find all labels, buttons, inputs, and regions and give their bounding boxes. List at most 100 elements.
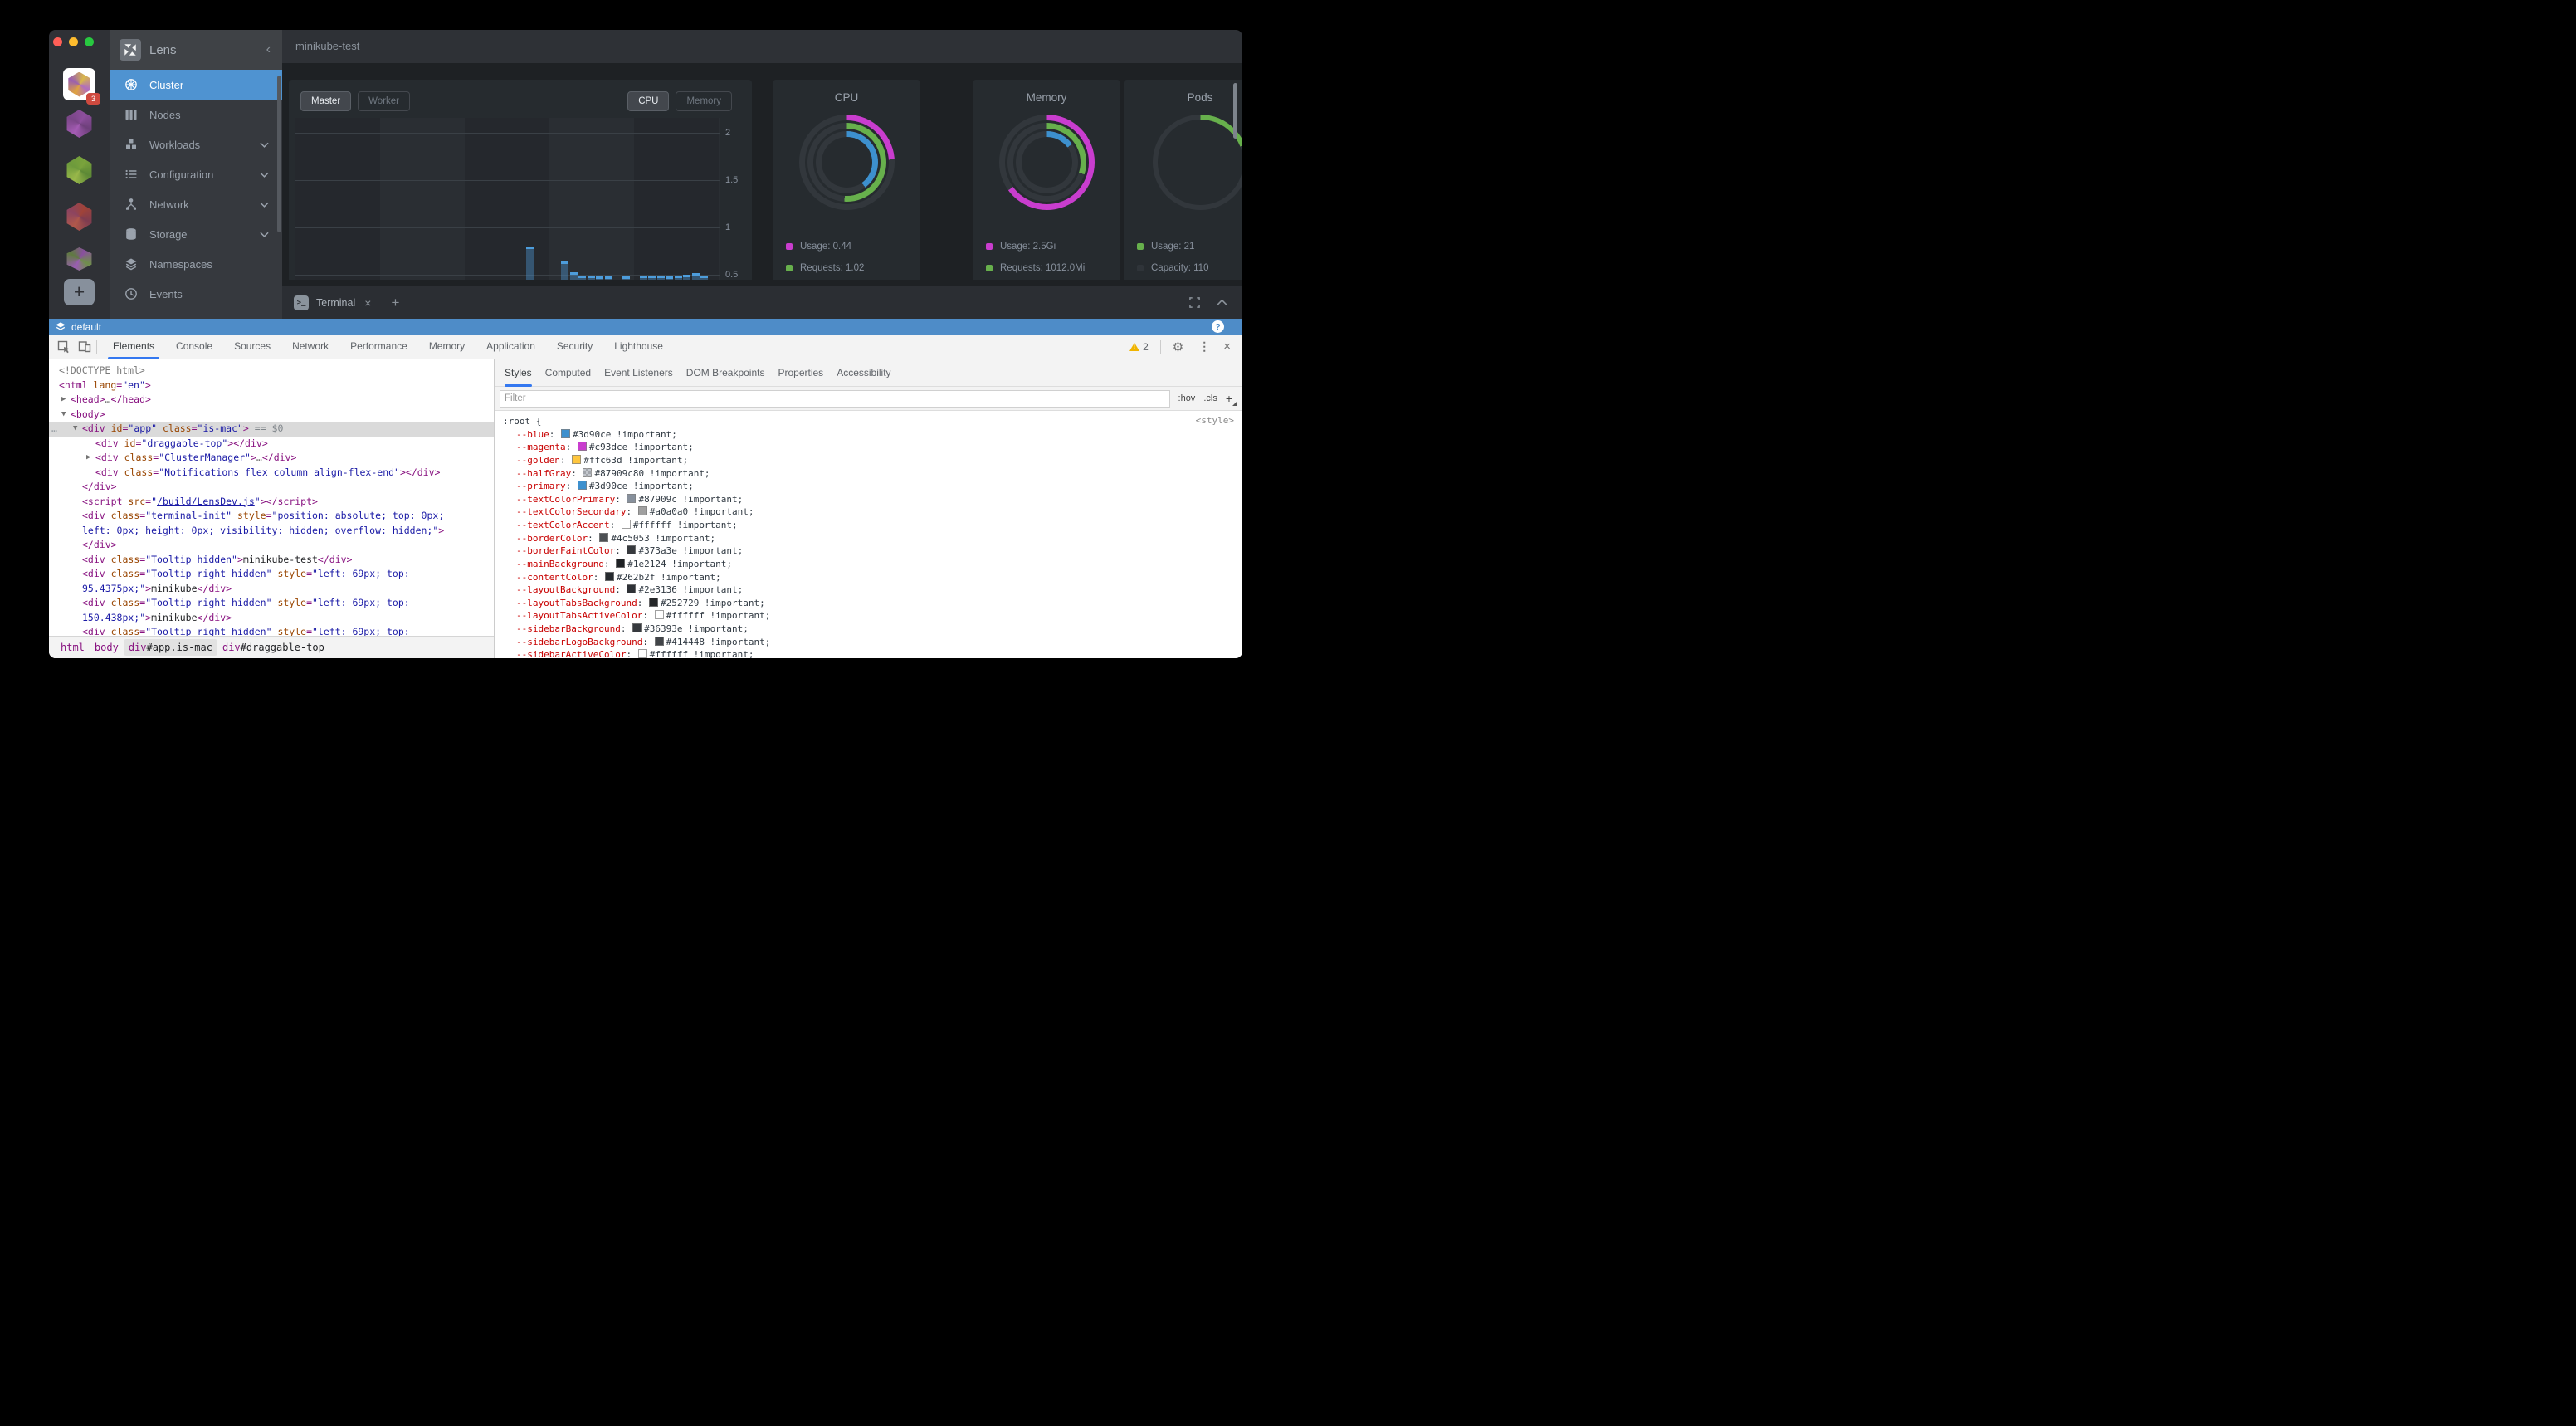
chevron-down-icon[interactable] bbox=[260, 172, 269, 178]
dom-node[interactable]: ▶<div class="ClusterManager">…</div> bbox=[49, 451, 494, 466]
dom-node[interactable]: 95.4375px;">minikube</div> bbox=[49, 582, 494, 597]
css-variable[interactable]: --sidebarLogoBackground: #414448 !import… bbox=[495, 636, 1242, 649]
css-variable[interactable]: --primary: #3d90ce !important; bbox=[495, 480, 1242, 493]
class-toggle[interactable]: .cls bbox=[1203, 393, 1217, 403]
warning-icon[interactable]: ! bbox=[1129, 343, 1139, 351]
chevron-down-icon[interactable] bbox=[260, 232, 269, 237]
breadcrumb-div#draggable-top[interactable]: div#draggable-top bbox=[217, 639, 329, 656]
css-variable[interactable]: --golden: #ffc63d !important; bbox=[495, 454, 1242, 467]
zoom-window-button[interactable] bbox=[85, 37, 94, 46]
css-variable[interactable]: --textColorSecondary: #a0a0a0 !important… bbox=[495, 505, 1242, 519]
breadcrumb-div#app.is-mac[interactable]: div#app.is-mac bbox=[124, 639, 217, 656]
dom-node[interactable]: <html lang="en"> bbox=[49, 378, 494, 393]
css-variable[interactable]: --borderFaintColor: #373a3e !important; bbox=[495, 545, 1242, 558]
inspect-element-icon[interactable] bbox=[57, 340, 71, 354]
styles-tab-styles[interactable]: Styles bbox=[505, 359, 532, 387]
new-style-rule-button[interactable]: + bbox=[1226, 392, 1232, 405]
styles-filter-input[interactable] bbox=[500, 390, 1170, 408]
css-variable[interactable]: --layoutTabsActiveColor: #ffffff !import… bbox=[495, 609, 1242, 623]
color-swatch[interactable] bbox=[572, 455, 581, 464]
active-cluster-button[interactable]: 3 bbox=[63, 68, 95, 100]
dom-node[interactable]: <script src="/build/LensDev.js"></script… bbox=[49, 495, 494, 510]
close-window-button[interactable] bbox=[53, 37, 62, 46]
sidebar-collapse-icon[interactable]: ‹ bbox=[266, 42, 271, 57]
devtools-tab-application[interactable]: Application bbox=[481, 335, 540, 359]
devtools-tab-memory[interactable]: Memory bbox=[424, 335, 470, 359]
expand-arrow-right-icon[interactable]: ▶ bbox=[61, 393, 66, 408]
color-swatch[interactable] bbox=[632, 623, 642, 632]
help-icon[interactable]: ? bbox=[1212, 320, 1224, 333]
device-toolbar-icon[interactable] bbox=[78, 340, 91, 353]
cluster-hexagon-red[interactable] bbox=[49, 203, 110, 231]
css-variable[interactable]: --textColorPrimary: #87909c !important; bbox=[495, 493, 1242, 506]
sidebar-item-cluster[interactable]: Cluster bbox=[110, 70, 282, 100]
color-swatch[interactable] bbox=[627, 545, 636, 554]
styles-tab-computed[interactable]: Computed bbox=[545, 359, 591, 387]
dom-node[interactable]: ▶<head>…</head> bbox=[49, 393, 494, 408]
terminal-tab[interactable]: Terminal bbox=[316, 297, 355, 309]
sidebar-item-nodes[interactable]: Nodes bbox=[110, 100, 282, 129]
dom-node[interactable]: </div> bbox=[49, 480, 494, 495]
dom-node-selected[interactable]: …▼<div id="app" class="is-mac"> == $0 bbox=[49, 422, 494, 437]
styles-tab-properties[interactable]: Properties bbox=[778, 359, 823, 387]
sidebar-item-workloads[interactable]: Workloads bbox=[110, 129, 282, 159]
dom-node[interactable]: <div class="terminal-init" style="positi… bbox=[49, 509, 494, 524]
dom-node[interactable]: <div class="Notifications flex column al… bbox=[49, 466, 494, 481]
devtools-tab-security[interactable]: Security bbox=[552, 335, 598, 359]
color-swatch[interactable] bbox=[655, 610, 664, 619]
cluster-hexagon-purple[interactable] bbox=[49, 110, 110, 138]
styles-tab-event-listeners[interactable]: Event Listeners bbox=[604, 359, 673, 387]
metric-cpu-button[interactable]: CPU bbox=[627, 91, 669, 111]
dom-node[interactable]: <div class="Tooltip right hidden" style=… bbox=[49, 596, 494, 611]
sidebar-item-events[interactable]: Events bbox=[110, 279, 282, 309]
styles-tab-accessibility[interactable]: Accessibility bbox=[837, 359, 890, 387]
node-master-button[interactable]: Master bbox=[300, 91, 351, 111]
color-swatch[interactable] bbox=[605, 572, 614, 581]
css-variable[interactable]: --layoutBackground: #2e3136 !important; bbox=[495, 584, 1242, 597]
color-swatch[interactable] bbox=[578, 442, 587, 451]
devtools-tab-elements[interactable]: Elements bbox=[108, 335, 159, 359]
color-swatch[interactable] bbox=[655, 637, 664, 646]
color-swatch[interactable] bbox=[627, 584, 636, 593]
dom-node[interactable]: 150.438px;">minikube</div> bbox=[49, 611, 494, 626]
node-worker-button[interactable]: Worker bbox=[358, 91, 410, 111]
css-variable[interactable]: --blue: #3d90ce !important; bbox=[495, 428, 1242, 442]
sidebar-item-configuration[interactable]: Configuration bbox=[110, 159, 282, 189]
css-variable[interactable]: --magenta: #c93dce !important; bbox=[495, 441, 1242, 454]
terminal-add-icon[interactable]: + bbox=[391, 295, 399, 311]
sidebar-item-namespaces[interactable]: Namespaces bbox=[110, 249, 282, 279]
css-rules[interactable]: <style> :root { --blue: #3d90ce !importa… bbox=[495, 411, 1242, 658]
css-variable[interactable]: --halfGray: #87909c80 !important; bbox=[495, 467, 1242, 481]
devtools-tab-performance[interactable]: Performance bbox=[345, 335, 412, 359]
close-devtools-icon[interactable]: × bbox=[1223, 339, 1231, 354]
sidebar-item-network[interactable]: Network bbox=[110, 189, 282, 219]
traffic-lights[interactable] bbox=[53, 37, 94, 46]
terminal-close-icon[interactable]: × bbox=[364, 296, 371, 310]
cluster-hexagon-violet[interactable] bbox=[49, 247, 110, 271]
dom-node[interactable]: <div class="Tooltip hidden">minikube-tes… bbox=[49, 553, 494, 568]
minimize-window-button[interactable] bbox=[69, 37, 78, 46]
add-cluster-button[interactable]: + bbox=[64, 279, 95, 305]
dom-node[interactable]: <!DOCTYPE html> bbox=[49, 364, 494, 378]
breadcrumb-html[interactable]: html bbox=[56, 639, 90, 656]
cluster-hexagon-green[interactable] bbox=[49, 156, 110, 184]
expand-arrow-right-icon[interactable]: ▶ bbox=[86, 451, 90, 466]
chevron-down-icon[interactable] bbox=[260, 142, 269, 148]
css-variable[interactable]: --mainBackground: #1e2124 !important; bbox=[495, 558, 1242, 571]
color-swatch[interactable] bbox=[616, 559, 625, 568]
color-swatch[interactable] bbox=[638, 649, 647, 658]
devtools-tab-network[interactable]: Network bbox=[287, 335, 334, 359]
css-variable[interactable]: --sidebarBackground: #36393e !important; bbox=[495, 623, 1242, 636]
pseudo-state-toggle[interactable]: :hov bbox=[1178, 393, 1196, 403]
css-variable[interactable]: --layoutTabsBackground: #252729 !importa… bbox=[495, 597, 1242, 610]
dom-node[interactable]: left: 0px; height: 0px; visibility: hidd… bbox=[49, 524, 494, 539]
more-options-icon[interactable]: ⋮ bbox=[1198, 339, 1210, 354]
expand-arrow-down-icon[interactable]: ▼ bbox=[73, 422, 77, 437]
css-variable[interactable]: --contentColor: #262b2f !important; bbox=[495, 571, 1242, 584]
sidebar-item-storage[interactable]: Storage bbox=[110, 219, 282, 249]
devtools-tab-sources[interactable]: Sources bbox=[229, 335, 276, 359]
namespace-bar[interactable]: default ? bbox=[49, 319, 1242, 335]
dom-node[interactable]: <div id="draggable-top"></div> bbox=[49, 437, 494, 452]
css-variable[interactable]: --borderColor: #4c5053 !important; bbox=[495, 532, 1242, 545]
dom-node[interactable]: </div> bbox=[49, 538, 494, 553]
